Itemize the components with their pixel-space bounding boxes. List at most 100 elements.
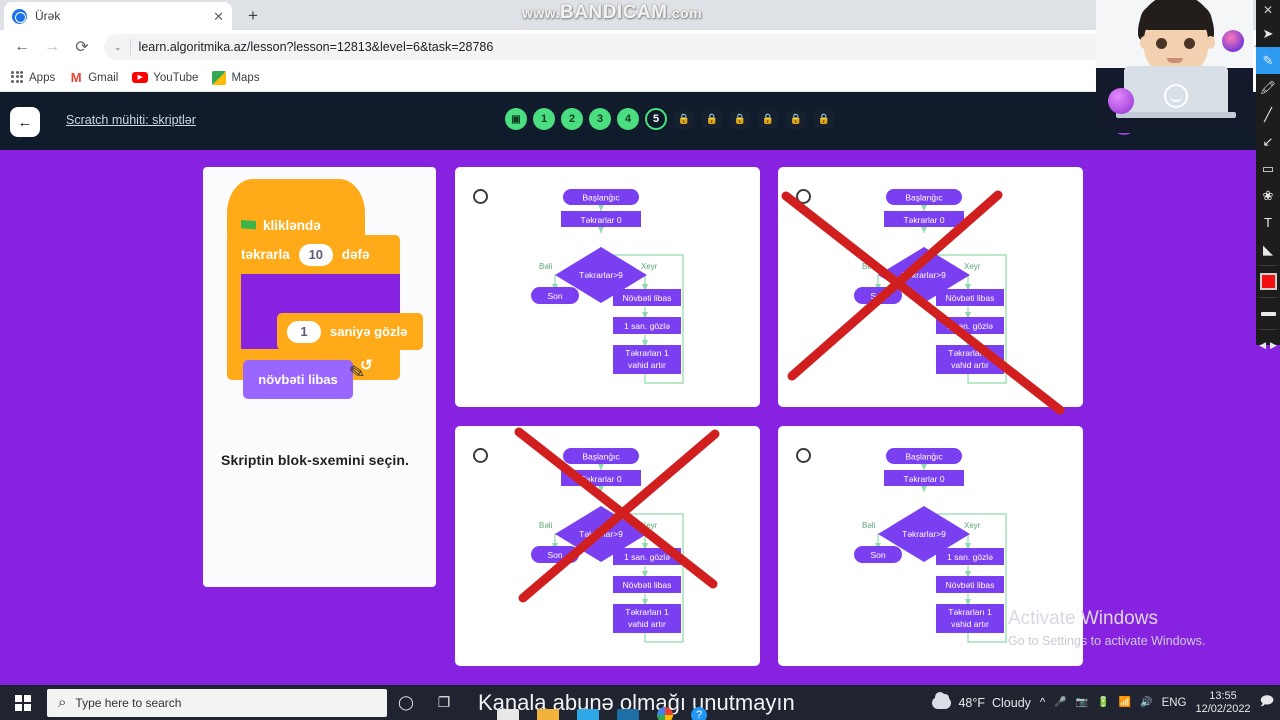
- block-when-flag-clicked[interactable]: klikləndə: [227, 179, 365, 241]
- bandicam-suffix: .com: [667, 5, 703, 21]
- thickness-icon: [1260, 311, 1276, 316]
- chevron-down-icon[interactable]: ⌄: [114, 42, 122, 53]
- script-card: klikləndə təkrarla 10 dəfə ↻ 1 saniyə gö…: [203, 167, 436, 587]
- address-bar[interactable]: ⌄ learn.algoritmika.az/lesson?lesson=128…: [104, 34, 1182, 60]
- svg-text:1 san. gözlə: 1 san. gözlə: [947, 552, 993, 562]
- lesson-back-button[interactable]: ←: [10, 107, 40, 137]
- block-wait-seconds[interactable]: 1 saniyə gözlə: [277, 313, 423, 350]
- svg-text:Təkrarlar>9: Təkrarlar>9: [902, 270, 946, 280]
- block-label: klikləndə: [263, 218, 321, 233]
- bookmark-label: Gmail: [88, 71, 119, 84]
- undo-redo-group[interactable]: ◀ ▶: [1256, 332, 1280, 359]
- block-next-costume[interactable]: növbəti libas: [243, 360, 353, 399]
- activate-windows-watermark: Activate Windows Go to Settings to activ…: [1008, 608, 1268, 648]
- lesson-breadcrumb-link[interactable]: Scratch mühiti: skriptlər: [66, 113, 196, 127]
- browser-tab[interactable]: Ürək ✕: [4, 2, 232, 30]
- apps-grid-icon: [10, 70, 24, 85]
- svg-text:Bəli: Bəli: [539, 521, 553, 530]
- option-card-1[interactable]: Başlanğıc Təkrarlar 0 Təkrarlar>9 Son Nö…: [455, 167, 760, 407]
- back-button[interactable]: ←: [8, 33, 36, 61]
- notification-center-icon[interactable]: 🗩: [1260, 692, 1274, 714]
- task-view-button[interactable]: ❐: [425, 685, 463, 720]
- repeat-count-input[interactable]: 10: [298, 243, 333, 266]
- bookmark-label: Apps: [29, 71, 56, 84]
- taskbar-search-input[interactable]: ⌕ Type here to search: [47, 688, 387, 717]
- taskbar-app-word[interactable]: [577, 709, 599, 720]
- svg-text:Təkrarlar 0: Təkrarlar 0: [903, 215, 944, 225]
- svg-text:Xeyr: Xeyr: [964, 521, 981, 530]
- cursor-icon[interactable]: ➤: [1256, 20, 1280, 47]
- eraser-icon[interactable]: ◣: [1256, 236, 1280, 263]
- step-intro[interactable]: ▣: [505, 108, 527, 130]
- bookmark-apps[interactable]: Apps: [10, 70, 56, 85]
- search-placeholder: Type here to search: [75, 695, 182, 710]
- step-1[interactable]: 1: [533, 108, 555, 130]
- block-repeat[interactable]: təkrarla 10 dəfə ↻: [227, 235, 400, 380]
- taskbar-app-chrome[interactable]: [657, 707, 673, 720]
- block-label: təkrarla: [241, 247, 290, 262]
- step-2[interactable]: 2: [561, 108, 583, 130]
- tab-title: Ürək: [35, 9, 61, 23]
- option-card-3[interactable]: Başlanğıc Təkrarlar 0 Təkrarlar>9 Son 1 …: [455, 426, 760, 666]
- svg-text:Bəli: Bəli: [862, 262, 876, 271]
- step-4[interactable]: 4: [617, 108, 639, 130]
- pencil-icon[interactable]: ✎: [1256, 47, 1280, 74]
- laptop-base: [1116, 112, 1236, 118]
- arrow-icon[interactable]: ↙: [1256, 128, 1280, 155]
- cortana-button[interactable]: ◯: [387, 685, 425, 720]
- flowchart-2: Başlanğıc Təkrarlar 0 Təkrarlar>9 Son Nö…: [854, 189, 1007, 384]
- rectangle-icon[interactable]: ▭: [1256, 155, 1280, 182]
- bookmark-youtube[interactable]: ▶ YouTube: [132, 72, 198, 84]
- line-icon[interactable]: ╱: [1256, 101, 1280, 128]
- taskbar-app-help[interactable]: ?: [691, 707, 707, 720]
- color-swatch-button[interactable]: [1256, 268, 1280, 295]
- text-icon[interactable]: T: [1256, 209, 1280, 236]
- close-icon[interactable]: ✕: [213, 10, 224, 23]
- svg-text:Növbəti libas: Növbəti libas: [946, 580, 995, 590]
- bandicam-prefix: www.: [522, 5, 561, 21]
- flow-label-condition: Təkrarlar>9: [579, 270, 623, 280]
- battery-icon[interactable]: 🔋: [1097, 697, 1109, 708]
- svg-text:Təkrarları 1: Təkrarları 1: [948, 348, 992, 358]
- close-icon[interactable]: ✕: [1256, 0, 1280, 20]
- step-5-current[interactable]: 5: [645, 108, 667, 130]
- microphone-icon[interactable]: 🎤: [1054, 697, 1066, 708]
- new-tab-button[interactable]: +: [242, 6, 264, 28]
- svg-text:Təkrarları 1: Təkrarları 1: [948, 607, 992, 617]
- reload-button[interactable]: ⟳: [68, 33, 96, 61]
- laptop-smile-logo-icon: [1164, 84, 1188, 108]
- taskbar-app-blue[interactable]: [617, 709, 639, 720]
- flowchart-1: Başlanğıc Təkrarlar 0 Təkrarlar>9 Son Nö…: [531, 189, 684, 384]
- volume-icon[interactable]: 🔊: [1140, 697, 1152, 708]
- wait-seconds-input[interactable]: 1: [287, 320, 321, 343]
- forward-button[interactable]: →: [38, 33, 66, 61]
- flow-label-init: Təkrarlar 0: [580, 215, 621, 225]
- taskbar-app-folder[interactable]: [537, 709, 559, 720]
- camera-icon[interactable]: 📷: [1076, 697, 1088, 708]
- tab-favicon: [12, 8, 27, 24]
- chevron-up-icon[interactable]: ^: [1040, 697, 1045, 709]
- start-button[interactable]: [0, 685, 45, 720]
- avatar-eye-right: [1184, 38, 1195, 49]
- step-3[interactable]: 3: [589, 108, 611, 130]
- thickness-button[interactable]: [1256, 300, 1280, 327]
- question-text: Skriptin blok-sxemini seçin.: [221, 452, 409, 468]
- marker-icon[interactable]: 🖍: [1256, 74, 1280, 101]
- language-indicator[interactable]: ENG: [1162, 697, 1187, 709]
- weather-widget[interactable]: 48°F Cloudy: [932, 691, 1031, 710]
- clock[interactable]: 13:55 12/02/2022: [1196, 690, 1251, 716]
- system-tray: 48°F Cloudy ^ 🎤 📷 🔋 📶 🔊 ENG 13:55 12/02/…: [932, 685, 1274, 720]
- redo-icon[interactable]: ▶: [1270, 340, 1277, 351]
- bookmark-maps[interactable]: Maps: [212, 70, 260, 85]
- shapes-icon[interactable]: ❀: [1256, 182, 1280, 209]
- step-11-locked: 🔒: [813, 108, 835, 130]
- taskbar-app-icons: ?: [497, 707, 707, 720]
- taskbar-app-explorer[interactable]: [497, 709, 519, 720]
- bookmark-gmail[interactable]: M Gmail: [69, 70, 119, 85]
- wifi-icon[interactable]: 📶: [1119, 697, 1131, 708]
- cloud-icon: [932, 691, 952, 709]
- option-card-2[interactable]: Başlanğıc Təkrarlar 0 Təkrarlar>9 Son Nö…: [778, 167, 1083, 415]
- undo-icon[interactable]: ◀: [1259, 340, 1266, 351]
- avatar-fringe: [1140, 4, 1212, 30]
- lesson-body: klikləndə təkrarla 10 dəfə ↻ 1 saniyə gö…: [0, 150, 1280, 685]
